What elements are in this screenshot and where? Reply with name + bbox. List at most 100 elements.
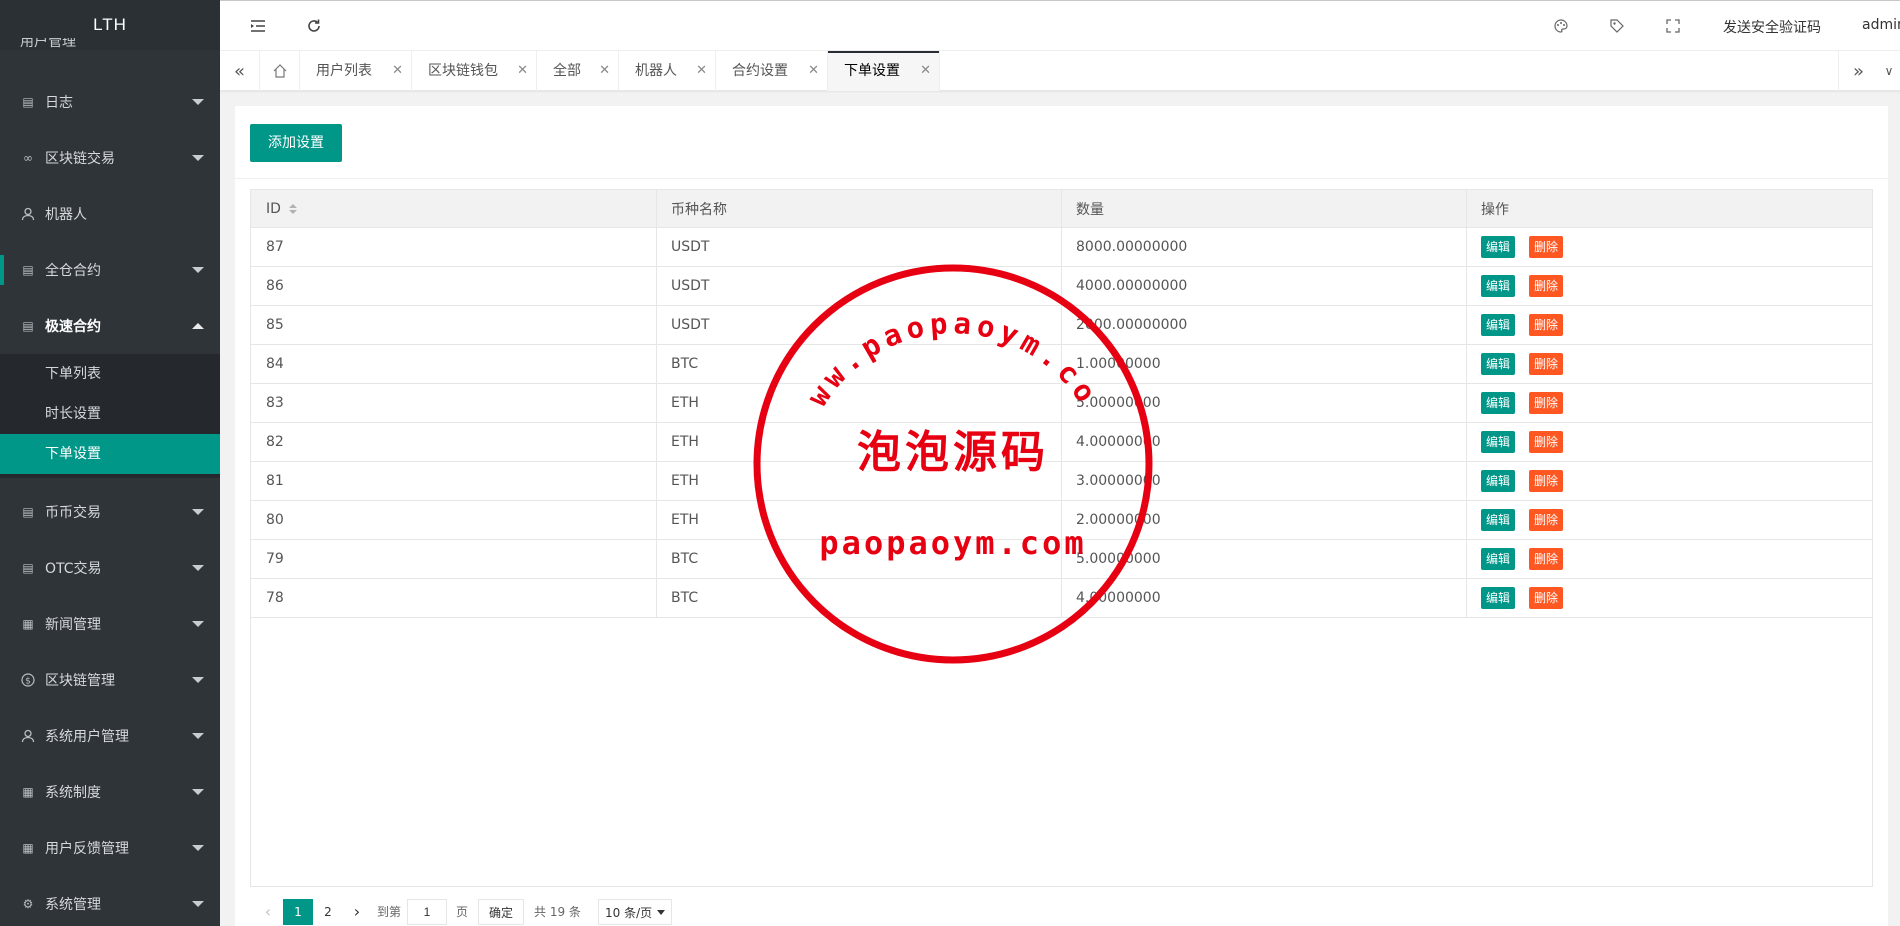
next-page-icon[interactable]: › xyxy=(342,899,372,925)
delete-button[interactable]: 删除 xyxy=(1529,275,1564,297)
edit-button[interactable]: 编辑 xyxy=(1481,509,1516,531)
collapse-menu-icon[interactable] xyxy=(246,14,270,38)
column-divider xyxy=(656,540,657,578)
close-icon[interactable]: ✕ xyxy=(920,51,931,91)
edit-button[interactable]: 编辑 xyxy=(1481,470,1516,492)
cell-actions: 编辑 删除 xyxy=(1466,228,1872,266)
home-icon[interactable] xyxy=(260,51,300,91)
cell-actions: 编辑 删除 xyxy=(1466,501,1872,539)
close-icon[interactable]: ✕ xyxy=(392,51,403,91)
column-divider xyxy=(1466,267,1467,305)
delete-button[interactable]: 删除 xyxy=(1529,431,1564,453)
tab-blockchain-wallet[interactable]: 区块链钱包 ✕ xyxy=(412,51,537,91)
chevron-down-icon[interactable]: ∨ xyxy=(1878,51,1900,91)
edit-button[interactable]: 编辑 xyxy=(1481,353,1516,375)
edit-button[interactable]: 编辑 xyxy=(1481,431,1516,453)
close-icon[interactable]: ✕ xyxy=(808,51,819,91)
sidebar-subitem-duration-settings[interactable]: 时长设置 xyxy=(0,394,220,434)
prev-page-icon[interactable]: ‹ xyxy=(253,899,283,925)
add-setting-button[interactable]: 添加设置 xyxy=(250,124,342,162)
tab-all[interactable]: 全部 ✕ xyxy=(537,51,619,91)
tag-icon[interactable] xyxy=(1608,17,1626,35)
page-1[interactable]: 1 xyxy=(283,899,313,925)
table-row: 85 USDT 2000.00000000 编辑 删除 xyxy=(251,306,1872,345)
page-2[interactable]: 2 xyxy=(313,899,343,925)
edit-button[interactable]: 编辑 xyxy=(1481,392,1516,414)
cell-amount: 4000.00000000 xyxy=(1076,278,1188,294)
column-divider xyxy=(1061,190,1062,227)
cell-id: 84 xyxy=(266,356,284,372)
sidebar-item-full-contract[interactable]: ▤ 全仓合约 xyxy=(0,242,220,298)
goto-label: 到第 xyxy=(377,905,402,919)
fullscreen-icon[interactable] xyxy=(1664,17,1682,35)
tab-contract-settings[interactable]: 合约设置 ✕ xyxy=(716,51,828,91)
sidebar-item-system-rules[interactable]: ▦ 系统制度 xyxy=(0,764,220,820)
column-header-coin: 币种名称 xyxy=(671,201,727,218)
sidebar-item-feedback[interactable]: ▦ 用户反馈管理 xyxy=(0,820,220,876)
edit-button[interactable]: 编辑 xyxy=(1481,587,1516,609)
sidebar-item-blockchain-management[interactable]: $ 区块链管理 xyxy=(0,652,220,708)
tab-order-settings[interactable]: 下单设置 ✕ xyxy=(828,51,940,91)
user-menu[interactable]: admin xyxy=(1862,17,1900,33)
chevron-down-icon xyxy=(192,733,204,739)
cell-amount: 4.00000000 xyxy=(1076,590,1161,606)
page-size-select[interactable]: 10 条/页 xyxy=(598,899,672,925)
tab-user-list[interactable]: 用户列表 ✕ xyxy=(300,51,412,91)
close-icon[interactable]: ✕ xyxy=(517,51,528,91)
sidebar-item-coin-trade[interactable]: ▤ 币币交易 xyxy=(0,484,220,540)
dollar-icon: $ xyxy=(20,672,36,688)
delete-button[interactable]: 删除 xyxy=(1529,314,1564,336)
column-divider xyxy=(1061,228,1062,266)
sidebar-item-system-management[interactable]: ⚙ 系统管理 xyxy=(0,876,220,926)
sidebar-item-system-users[interactable]: 系统用户管理 xyxy=(0,708,220,764)
delete-button[interactable]: 删除 xyxy=(1529,587,1564,609)
tabs-scroll-right-icon[interactable]: » xyxy=(1838,51,1878,91)
table-row: 86 USDT 4000.00000000 编辑 删除 xyxy=(251,267,1872,306)
column-divider xyxy=(1466,190,1467,227)
delete-button[interactable]: 删除 xyxy=(1529,548,1564,570)
sidebar-item-news[interactable]: ▦ 新闻管理 xyxy=(0,596,220,652)
sidebar-item-log[interactable]: ▤ 日志 xyxy=(0,74,220,130)
cell-actions: 编辑 删除 xyxy=(1466,462,1872,500)
sidebar-item-label: 新闻管理 xyxy=(45,617,101,633)
delete-button[interactable]: 删除 xyxy=(1529,470,1564,492)
sidebar-subitem-order-list[interactable]: 下单列表 xyxy=(0,354,220,394)
sidebar-item-otc-trade[interactable]: ▤ OTC交易 xyxy=(0,540,220,596)
send-security-code-link[interactable]: 发送安全验证码 xyxy=(1723,17,1821,37)
sidebar-item-user-management[interactable]: 用户管理 xyxy=(20,38,76,54)
delete-button[interactable]: 删除 xyxy=(1529,509,1564,531)
sort-icon[interactable] xyxy=(288,203,297,214)
theme-icon[interactable] xyxy=(1552,17,1570,35)
close-icon[interactable]: ✕ xyxy=(599,51,610,91)
sidebar-item-label: 区块链管理 xyxy=(45,673,115,689)
content-card: 添加设置 ID 币种名称 数量 操作 87 USDT 8000.00000000 编辑… xyxy=(235,106,1888,926)
column-divider xyxy=(1466,345,1467,383)
column-divider xyxy=(656,228,657,266)
column-divider xyxy=(1466,306,1467,344)
cell-id: 78 xyxy=(266,590,284,606)
table-row: 78 BTC 4.00000000 编辑 删除 xyxy=(251,579,1872,618)
refresh-icon[interactable] xyxy=(302,14,326,38)
sidebar-item-label: 系统用户管理 xyxy=(45,729,129,745)
sidebar-item-robot[interactable]: 机器人 xyxy=(0,186,220,242)
sidebar-subitem-order-settings[interactable]: 下单设置 xyxy=(0,434,220,474)
edit-button[interactable]: 编辑 xyxy=(1481,548,1516,570)
delete-button[interactable]: 删除 xyxy=(1529,392,1564,414)
sidebar-item-blockchain-trade[interactable]: ∞ 区块链交易 xyxy=(0,130,220,186)
delete-button[interactable]: 删除 xyxy=(1529,236,1564,258)
edit-button[interactable]: 编辑 xyxy=(1481,314,1516,336)
cell-amount: 2.00000000 xyxy=(1076,512,1161,528)
delete-button[interactable]: 删除 xyxy=(1529,353,1564,375)
goto-confirm-button[interactable]: 确定 xyxy=(478,899,524,925)
edit-button[interactable]: 编辑 xyxy=(1481,275,1516,297)
column-header-id[interactable]: ID xyxy=(251,190,656,227)
column-divider xyxy=(1061,540,1062,578)
edit-button[interactable]: 编辑 xyxy=(1481,236,1516,258)
close-icon[interactable]: ✕ xyxy=(696,51,707,91)
tab-robot[interactable]: 机器人 ✕ xyxy=(619,51,716,91)
cell-coin: USDT xyxy=(671,278,710,294)
tabs-scroll-left-icon[interactable]: « xyxy=(220,51,260,91)
goto-page-input[interactable] xyxy=(407,899,447,925)
sidebar-item-fast-contract[interactable]: ▤ 极速合约 xyxy=(0,298,220,354)
sidebar-item-label: 用户管理 xyxy=(20,38,76,50)
